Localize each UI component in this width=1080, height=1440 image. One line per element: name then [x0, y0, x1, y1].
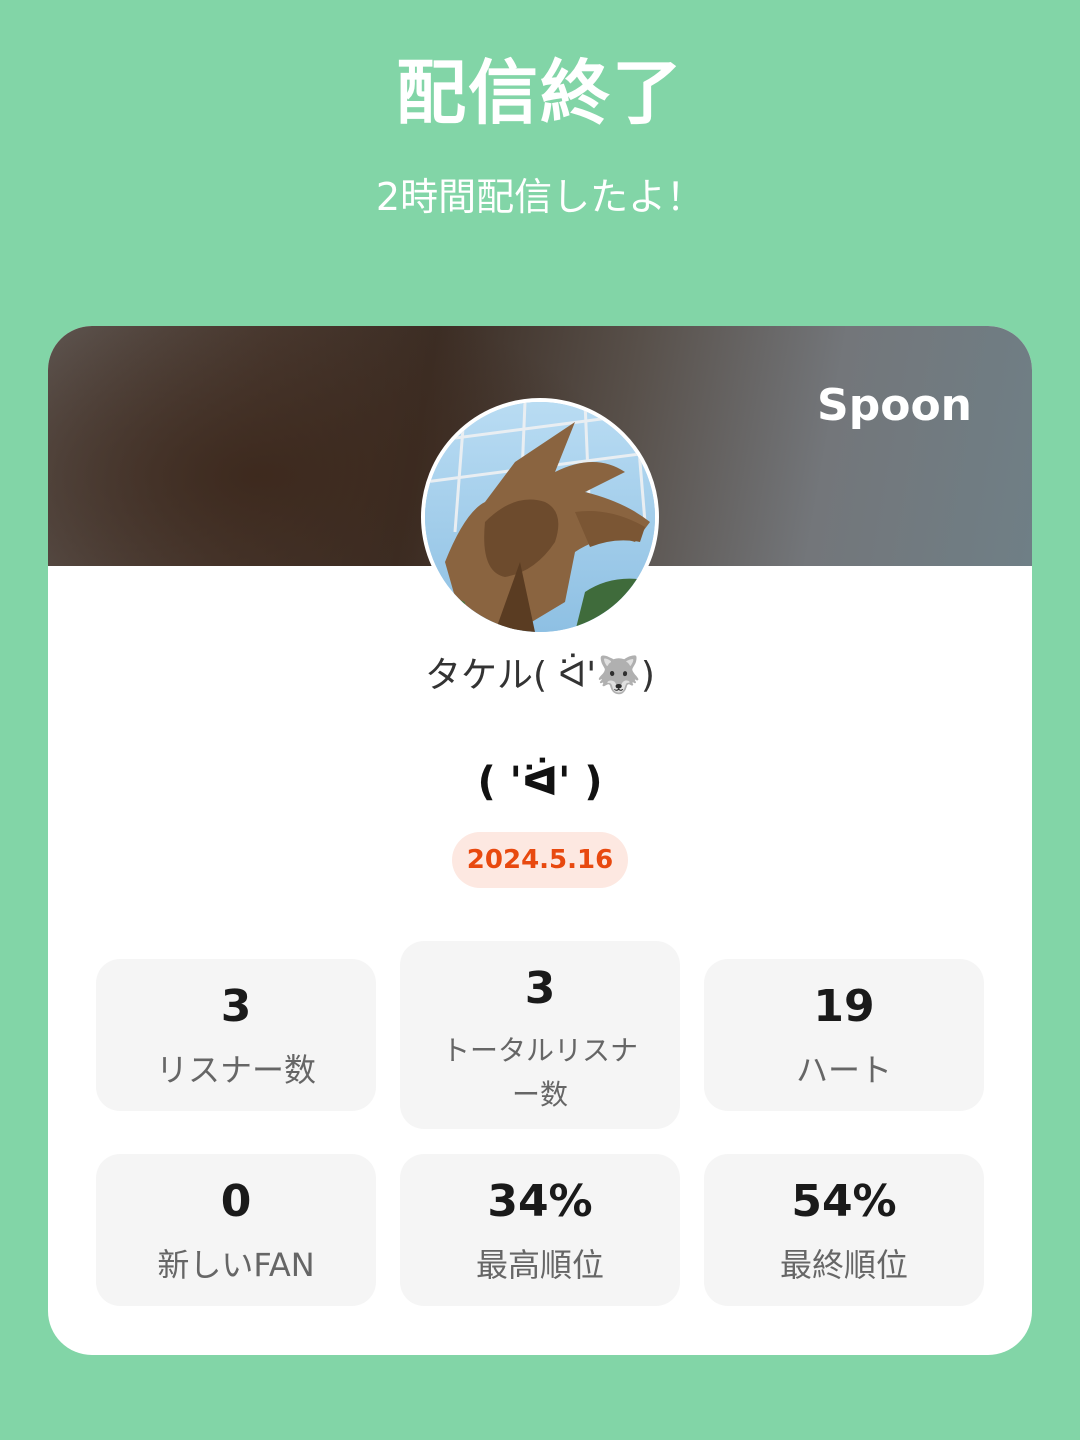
stat-hearts: 19 ハート: [704, 959, 984, 1111]
username: タケル( ᐛ'🐺): [425, 655, 655, 696]
stat-label: 新しいFAN: [157, 1246, 315, 1284]
stat-value: 3: [524, 963, 556, 1014]
stat-final-rank: 54% 最終順位: [704, 1154, 984, 1306]
stat-label: トータルリスナー数: [441, 1034, 638, 1111]
page-subtitle: 2時間配信したよ！: [375, 175, 705, 219]
broadcast-title: ( 'ᐛ' ): [477, 759, 603, 805]
dragon-sculpture-photo: [425, 402, 655, 632]
stat-peak-rank: 34% 最高順位: [400, 1154, 680, 1306]
stat-label: 最高順位: [475, 1246, 604, 1284]
page-title: 配信終了: [396, 52, 684, 134]
date-badge: 2024.5.16: [452, 832, 628, 888]
stat-listeners: 3 リスナー数: [96, 959, 376, 1111]
stat-value: 54%: [791, 1176, 897, 1227]
broadcast-summary-card: Spoon タケル(ᐛ'🐺) ('ᐛ') 2024.5.16 3 リスナー…: [48, 326, 1032, 1355]
stat-value: 0: [220, 1176, 252, 1227]
stat-label: リスナー数: [155, 1051, 316, 1089]
stat-new-fans: 0 新しいFAN: [96, 1154, 376, 1306]
stat-label: 最終順位: [779, 1246, 908, 1284]
stat-value: 34%: [487, 1176, 593, 1227]
spoon-logo: Spoon: [817, 380, 972, 431]
stat-value: 3: [220, 981, 252, 1032]
stat-total-listeners: 3 トータルリスナー数: [400, 941, 680, 1129]
avatar[interactable]: [421, 398, 659, 636]
stat-value: 19: [813, 981, 875, 1032]
stat-label: ハート: [795, 1051, 892, 1089]
